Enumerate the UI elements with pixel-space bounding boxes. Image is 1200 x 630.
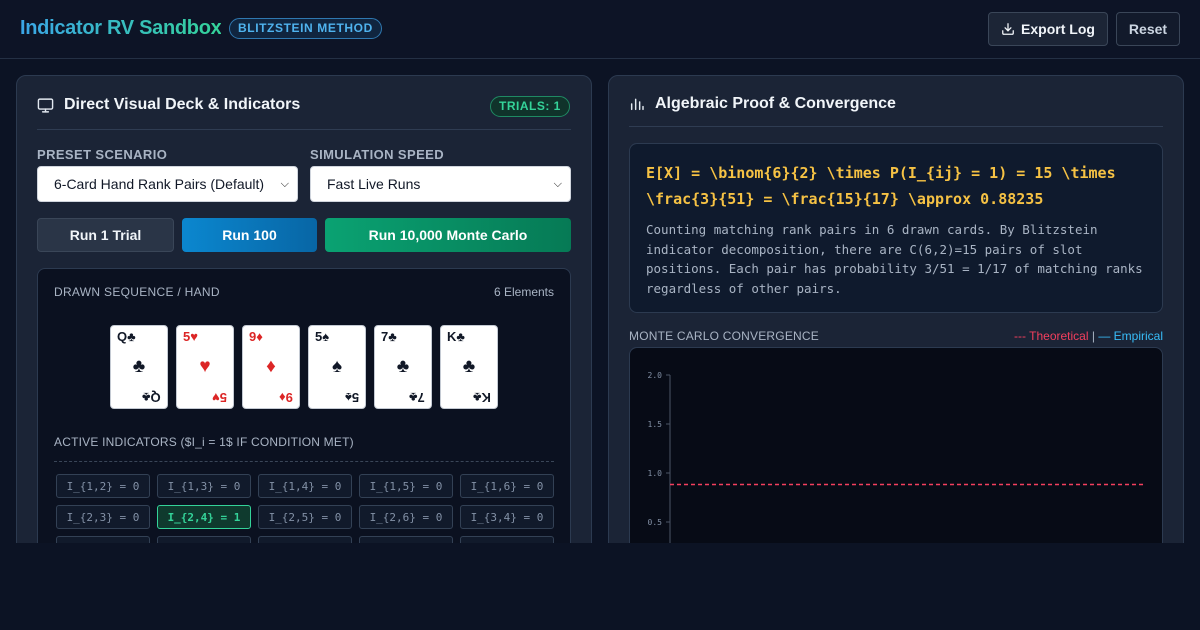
indicator-chip: I_{3,6} = 0 (157, 536, 251, 543)
deck-panel-header: Direct Visual Deck & Indicators (37, 96, 300, 114)
indicator-chip: I_{1,6} = 0 (460, 474, 554, 498)
y-tick-label: 2.0 (648, 371, 663, 380)
speed-select[interactable]: Fast Live Runs ⌵ (310, 166, 571, 202)
playing-card: 7♣ ♣ 7♣ (374, 325, 432, 409)
indicators-label: ACTIVE INDICATORS ($I_i = 1$ IF CONDITIO… (54, 435, 354, 449)
y-tick-label: 1.5 (648, 420, 663, 429)
main-content: Direct Visual Deck & Indicators TRIALS: … (0, 59, 1200, 543)
chevron-down-icon: ⌵ (280, 178, 289, 190)
legend-empirical: — Empirical (1098, 329, 1163, 343)
playing-card: 9♦ ♦ 9♦ (242, 325, 300, 409)
card-suit-center: ♠ (331, 356, 343, 377)
reset-button[interactable]: Reset (1116, 12, 1180, 46)
indicator-chip: I_{1,2} = 0 (56, 474, 150, 498)
y-tick-label: 0.5 (648, 518, 663, 527)
dashed-divider (54, 461, 554, 462)
formula-explanation: Counting matching rank pairs in 6 drawn … (646, 222, 1143, 296)
card-rank-top: 7♣ (381, 329, 397, 344)
speed-value: Fast Live Runs (327, 176, 421, 192)
card-rank-top: Q♣ (117, 329, 136, 344)
playing-card: Q♣ ♣ Q♣ (110, 325, 168, 409)
chevron-down-icon: ⌵ (553, 178, 562, 190)
indicator-chip: I_{1,5} = 0 (359, 474, 453, 498)
convergence-label: MONTE CARLO CONVERGENCE (629, 329, 819, 343)
indicator-chip: I_{2,6} = 0 (359, 505, 453, 529)
legend-theoretical: --- Theoretical (1014, 329, 1089, 343)
card-suit-center: ♣ (132, 356, 146, 377)
indicator-chip: I_{1,4} = 0 (258, 474, 352, 498)
card-suit-center: ♥ (199, 356, 211, 377)
card-suit-center: ♣ (462, 356, 476, 377)
playing-card: K♣ ♣ K♣ (440, 325, 498, 409)
proof-panel-title: Algebraic Proof & Convergence (655, 95, 896, 112)
indicator-chip: I_{4,5} = 0 (258, 536, 352, 543)
card-rank-bottom: Q♣ (142, 390, 161, 405)
card-rank-bottom: 7♣ (409, 390, 425, 405)
deck-box: DRAWN SEQUENCE / HAND 6 Elements Q♣ ♣ Q♣ 5♥… (37, 268, 571, 543)
app-title: Indicator RV Sandbox (20, 17, 222, 39)
convergence-chart: 2.0 1.5 1.0 0.5 (629, 347, 1163, 543)
download-icon (1002, 23, 1014, 35)
card-rank-top: K♣ (447, 329, 465, 344)
indicator-chip: I_{2,5} = 0 (258, 505, 352, 529)
app-header: Indicator RV Sandbox BLITZSTEIN METHOD E… (0, 0, 1200, 59)
indicator-chip: I_{2,3} = 0 (56, 505, 150, 529)
card-rank-bottom: 5♥ (212, 390, 227, 405)
export-log-label: Export Log (1021, 21, 1095, 37)
run-1-trial-button[interactable]: Run 1 Trial (37, 218, 174, 252)
card-suit-center: ♦ (266, 356, 276, 377)
expectation-formula: E[X] = \binom{6}{2} \times P(I_{ij} = 1)… (646, 164, 1116, 208)
deck-panel: Direct Visual Deck & Indicators TRIALS: … (16, 75, 592, 543)
card-rank-top: 5♠ (315, 329, 330, 344)
playing-card: 5♥ ♥ 5♥ (176, 325, 234, 409)
preset-label: PRESET SCENARIO (37, 147, 168, 162)
legend-separator: | (1091, 329, 1095, 343)
y-tick-label: 1.0 (648, 469, 663, 478)
convergence-chart-svg: 2.0 1.5 1.0 0.5 (648, 371, 1144, 543)
trials-badge: TRIALS: 1 (490, 96, 570, 117)
chart-legend: --- Theoretical | — Empirical (1014, 329, 1163, 343)
indicator-grid: I_{1,2} = 0 I_{1,3} = 0 I_{1,4} = 0 I_{1,5}… (56, 474, 556, 543)
run-monte-carlo-button[interactable]: Run 10,000 Monte Carlo (325, 218, 571, 252)
panel-divider (37, 129, 571, 130)
proof-panel-header: Algebraic Proof & Convergence (629, 95, 896, 113)
preset-value: 6-Card Hand Rank Pairs (Default) (54, 176, 265, 192)
panel-divider (629, 126, 1163, 127)
indicator-chip: I_{3,5} = 0 (56, 536, 150, 543)
card-rank-bottom: 9♦ (279, 390, 293, 405)
deck-count: 6 Elements (493, 285, 554, 299)
card-suit-center: ♣ (396, 356, 410, 377)
indicator-chip: I_{1,3} = 0 (157, 474, 251, 498)
indicator-chip: I_{3,4} = 0 (460, 505, 554, 529)
indicator-chip: I_{4,6} = 0 (359, 536, 453, 543)
card-row: Q♣ ♣ Q♣ 5♥ ♥ 5♥ 9♦ ♦ 9♦ 5♠ ♠ 5♠ 7♣ ♣ 7♣ K♣ ♣ K♣ (110, 325, 498, 409)
run-100-button[interactable]: Run 100 (182, 218, 317, 252)
preset-select[interactable]: 6-Card Hand Rank Pairs (Default) ⌵ (37, 166, 298, 202)
speed-label: SIMULATION SPEED (310, 147, 445, 162)
bar-chart-icon (630, 98, 644, 111)
proof-panel: Algebraic Proof & Convergence E[X] = \bi… (608, 75, 1184, 543)
deck-panel-title: Direct Visual Deck & Indicators (64, 96, 301, 113)
card-rank-bottom: 5♠ (344, 390, 359, 405)
formula-box: E[X] = \binom{6}{2} \times P(I_{ij} = 1)… (629, 143, 1163, 313)
export-log-button[interactable]: Export Log (988, 12, 1108, 46)
monitor-icon (37, 97, 54, 113)
method-badge: BLITZSTEIN METHOD (229, 18, 382, 39)
deck-label: DRAWN SEQUENCE / HAND (54, 285, 220, 299)
indicator-chip: I_{2,4} = 1 (157, 505, 251, 529)
playing-card: 5♠ ♠ 5♠ (308, 325, 366, 409)
card-rank-top: 9♦ (249, 329, 263, 344)
card-rank-bottom: K♣ (473, 390, 491, 405)
card-rank-top: 5♥ (183, 329, 198, 344)
indicator-chip: I_{5,6} = 0 (460, 536, 554, 543)
